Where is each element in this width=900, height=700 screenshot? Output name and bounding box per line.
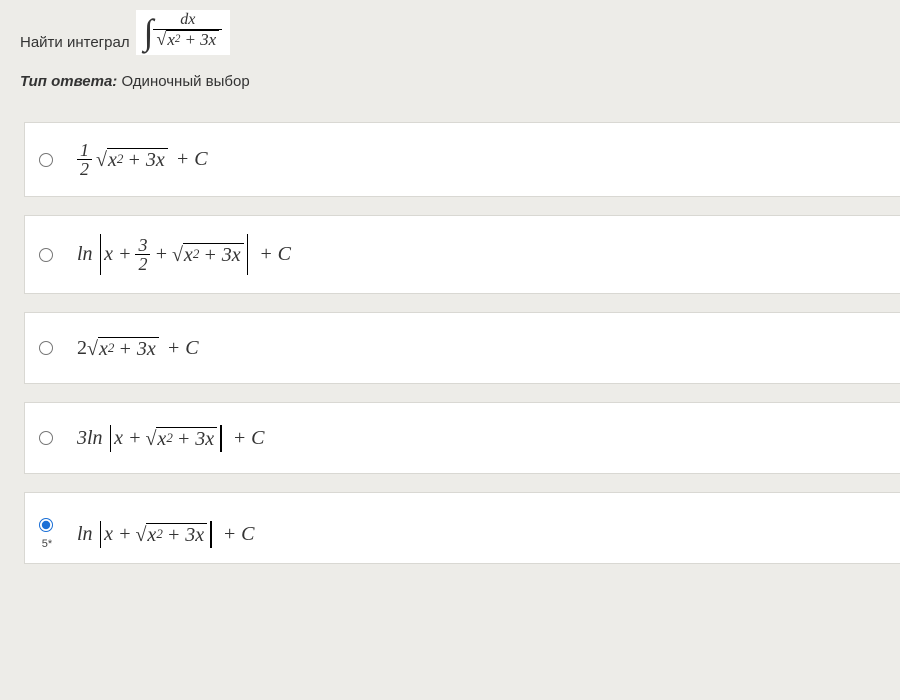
fraction: 3 2 xyxy=(135,236,150,273)
sqrt-expr: √ x2+ 3x xyxy=(87,337,159,360)
option-1[interactable]: 1 2 √ x2+ 3x + C xyxy=(24,122,900,197)
sqrt-expr: √ x2+ 3x xyxy=(156,30,219,50)
option-3-radio[interactable] xyxy=(39,341,53,355)
integral-expression: ∫ dx √ x2+ 3x xyxy=(136,10,231,55)
abs-expr: x + 3 2 + √ x2+ 3x xyxy=(97,234,252,275)
abs-expr: x + √ x2+ 3x xyxy=(97,521,215,548)
integral-fraction: dx √ x2+ 3x xyxy=(153,12,222,51)
option-3-math: 2 √ x2+ 3x + C xyxy=(77,337,199,360)
option-1-radio[interactable] xyxy=(39,153,53,167)
integral-sign-icon: ∫ xyxy=(144,14,154,50)
question-row: Найти интеграл ∫ dx √ x2+ 3x xyxy=(0,0,900,55)
radical-icon: √ xyxy=(96,150,107,170)
option-5[interactable]: 5* ln x + √ x2+ 3x xyxy=(24,492,900,564)
answer-type-value: Одиночный выбор xyxy=(121,73,249,90)
plus-c: + C xyxy=(233,427,265,450)
plus-c: + C xyxy=(167,337,199,360)
ln-fn: ln xyxy=(77,523,93,546)
sqrt-expr: √ x2+ 3x xyxy=(145,427,217,450)
option-5-annotation: 5* xyxy=(40,538,52,550)
option-5-math: ln x + √ x2+ 3x + C xyxy=(77,521,255,548)
option-3[interactable]: 2 √ x2+ 3x + C xyxy=(24,312,900,384)
option-4-radio[interactable] xyxy=(39,431,53,445)
plus-c: + C xyxy=(259,243,291,266)
coef-ln: 3ln xyxy=(77,427,103,450)
answer-type-row: Тип ответа: Одиночный выбор xyxy=(0,55,900,112)
radical-icon: √ xyxy=(87,339,98,359)
option-2-math: ln x + 3 2 + √ x2+ xyxy=(77,234,291,275)
option-2[interactable]: ln x + 3 2 + √ x2+ xyxy=(24,215,900,294)
sqrt-expr: √ x2+ 3x xyxy=(96,148,168,171)
option-5-radio[interactable] xyxy=(39,518,53,532)
options-list: 1 2 √ x2+ 3x + C ln x + xyxy=(0,112,900,564)
abs-expr: x + √ x2+ 3x xyxy=(107,425,225,452)
fraction: 1 2 xyxy=(77,141,92,178)
radical-icon: √ xyxy=(156,30,166,48)
answer-type-label: Тип ответа: xyxy=(20,73,117,90)
question-prompt-label: Найти интеграл xyxy=(20,34,130,51)
plus-c: + C xyxy=(176,148,208,171)
option-4-math: 3ln x + √ x2+ 3x + C xyxy=(77,425,265,452)
integral-numerator: dx xyxy=(180,12,195,29)
sqrt-expr: √ x2+ 3x xyxy=(172,243,244,266)
plus-c: + C xyxy=(223,523,255,546)
option-1-math: 1 2 √ x2+ 3x + C xyxy=(77,141,208,178)
radical-icon: √ xyxy=(135,525,146,545)
option-4[interactable]: 3ln x + √ x2+ 3x + C xyxy=(24,402,900,474)
ln-fn: ln xyxy=(77,243,93,266)
radical-icon: √ xyxy=(145,429,156,449)
radical-icon: √ xyxy=(172,245,183,265)
integral-denominator: √ x2+ 3x xyxy=(153,29,222,51)
sqrt-expr: √ x2+ 3x xyxy=(135,523,207,546)
option-2-radio[interactable] xyxy=(39,248,53,262)
